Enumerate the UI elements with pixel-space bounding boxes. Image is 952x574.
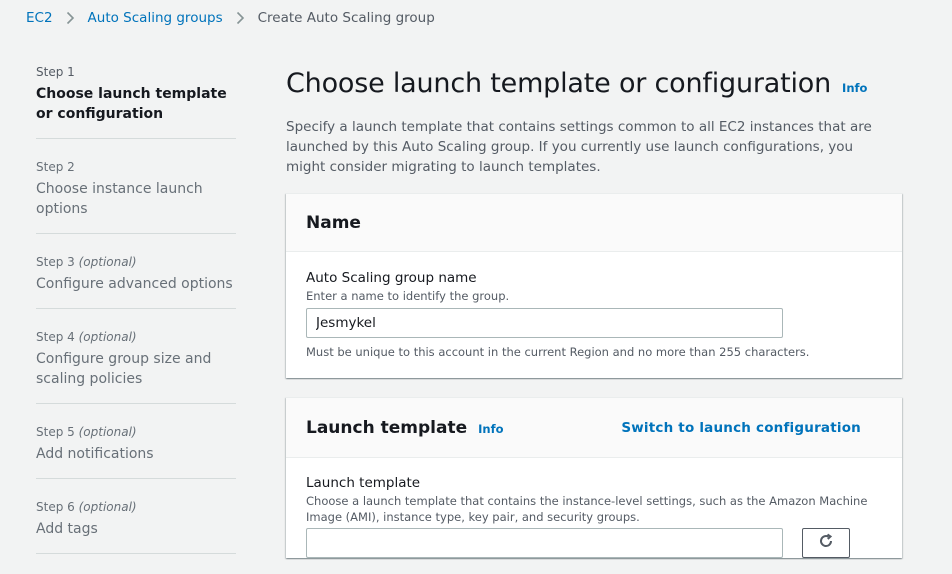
step-title: Choose instance launch options [36,181,203,217]
launch-template-label: Launch template [306,475,421,491]
launch-template-description: Choose a launch template that contains t… [306,494,868,524]
step-number: Step 2 [36,160,75,174]
breadcrumb-ec2-link[interactable]: EC2 [26,10,53,26]
wizard-steps: Step 1 Choose launch template or configu… [36,64,236,574]
name-panel: Name Auto Scaling group name Enter a nam… [286,193,902,378]
asg-name-constraint: Must be unique to this account in the cu… [306,345,810,359]
step-number: Step 6 (optional) [36,500,137,514]
breadcrumb: EC2 Auto Scaling groups Create Auto Scal… [26,8,435,28]
step-title: Configure advanced options [36,276,233,292]
breadcrumb-asg-link[interactable]: Auto Scaling groups [88,10,223,26]
launch-template-select[interactable] [306,528,783,558]
step-title: Add tags [36,521,98,537]
wizard-step-5[interactable]: Step 5 (optional) Add notifications [36,424,236,479]
step-optional-label: (optional) [78,425,137,439]
wizard-step-2[interactable]: Step 2 Choose instance launch options [36,159,236,234]
chevron-right-icon [66,11,75,25]
page-info-link[interactable]: Info [842,81,867,95]
name-panel-body: Auto Scaling group name Enter a name to … [286,252,902,377]
page-description: Specify a launch template that contains … [286,119,872,175]
page-title: Choose launch template or configuration [286,68,832,99]
wizard-step-3[interactable]: Step 3 (optional) Configure advanced opt… [36,254,236,309]
launch-template-panel: Launch template Info Switch to launch co… [286,397,902,558]
wizard-step-6[interactable]: Step 6 (optional) Add tags [36,499,236,554]
breadcrumb-current: Create Auto Scaling group [257,10,435,26]
step-optional-label: (optional) [78,500,137,514]
step-title: Configure group size and scaling policie… [36,351,212,387]
asg-name-description: Enter a name to identify the group. [306,289,510,303]
asg-name-label: Auto Scaling group name [306,270,477,286]
step-optional-label: (optional) [78,255,137,269]
chevron-right-icon [236,11,245,25]
step-number: Step 1 [36,65,75,79]
wizard-step-1[interactable]: Step 1 Choose launch template or configu… [36,64,236,139]
step-title: Choose launch template or configuration [36,86,227,122]
wizard-step-4[interactable]: Step 4 (optional) Configure group size a… [36,329,236,404]
refresh-button[interactable] [802,528,850,558]
asg-name-input[interactable] [306,308,783,338]
refresh-icon [818,533,834,553]
step-title: Add notifications [36,446,154,462]
page-header: Choose launch template or configuration … [286,68,867,99]
step-number: Step 3 (optional) [36,255,137,269]
step-number: Step 5 (optional) [36,425,137,439]
step-number: Step 4 (optional) [36,330,137,344]
launch-template-panel-body: Launch template Choose a launch template… [286,398,902,558]
name-panel-title: Name [306,212,361,233]
step-optional-label: (optional) [78,330,137,344]
name-panel-header: Name [286,194,902,252]
